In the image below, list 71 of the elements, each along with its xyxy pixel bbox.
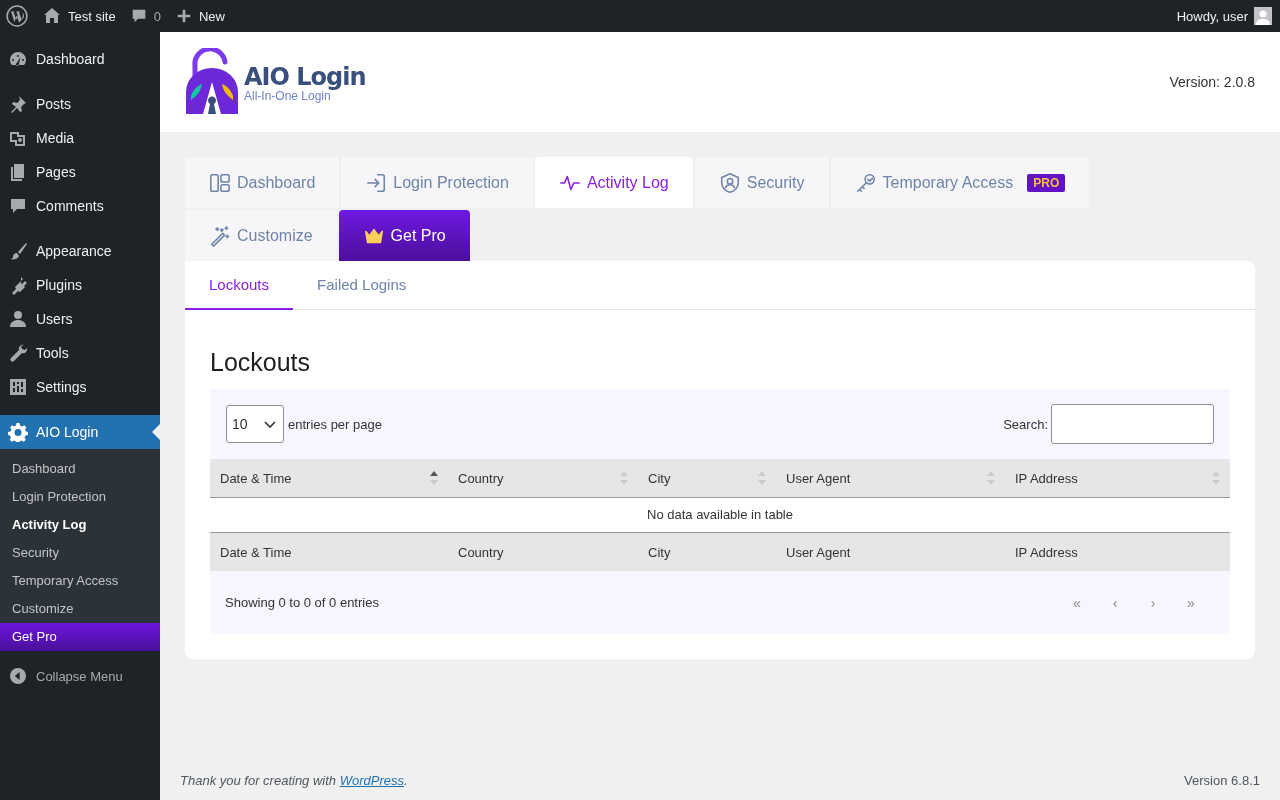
section-title: Lockouts <box>210 348 312 377</box>
padlock-logo-icon <box>185 48 239 116</box>
menu-item[interactable]: Comments <box>0 189 160 223</box>
plugin-tab[interactable]: Dashboard <box>185 157 340 208</box>
wrench-icon <box>8 343 28 363</box>
submenu-item[interactable]: Security <box>0 539 160 567</box>
shield-icon <box>718 171 741 194</box>
logo-title: AIO Login <box>244 62 366 92</box>
column-footer: IP Address <box>1005 533 1230 571</box>
dashboard-icon <box>8 49 28 69</box>
search-label: Search: <box>1003 416 1048 432</box>
submenu-item[interactable]: Temporary Access <box>0 567 160 595</box>
key-icon <box>854 171 877 194</box>
plugin-tab[interactable]: Temporary Access PRO <box>830 157 1090 208</box>
submenu-item[interactable]: Login Protection <box>0 483 160 511</box>
magic-wand-icon <box>209 224 231 247</box>
plugin-tab[interactable]: Login Protection <box>341 157 533 208</box>
log-tab[interactable]: Failed Logins <box>293 261 431 310</box>
logo-subtitle: All-In-One Login <box>244 90 331 102</box>
collapse-menu-button[interactable]: Collapse Menu <box>0 659 160 693</box>
empty-table-message: No data available in table <box>210 498 1230 533</box>
menu-item[interactable]: Appearance <box>0 234 160 268</box>
column-footer: Date & Time <box>210 533 448 571</box>
column-header[interactable]: IP Address <box>1005 459 1230 497</box>
new-content-link[interactable]: New <box>198 8 225 24</box>
column-header[interactable]: Country <box>448 459 638 497</box>
search-field[interactable] <box>1051 404 1214 444</box>
menu-item[interactable]: Plugins <box>0 268 160 302</box>
sliders-icon <box>8 377 28 397</box>
gear-icon <box>8 422 28 442</box>
layout-icon <box>209 171 231 194</box>
plugin-tab[interactable]: Activity Log <box>534 157 693 208</box>
menu-item[interactable]: Settings <box>0 370 160 404</box>
menu-item[interactable]: Posts <box>0 87 160 121</box>
submenu-item[interactable]: Dashboard <box>0 455 160 483</box>
plugin-tab[interactable]: Security <box>694 157 829 208</box>
wordpress-logo-icon <box>6 5 28 27</box>
column-footer: User Agent <box>776 533 1005 571</box>
plugin-tab[interactable]: Get Pro <box>338 210 470 261</box>
user-icon <box>8 309 28 329</box>
column-footer: Country <box>448 533 638 571</box>
menu-item[interactable]: Pages <box>0 155 160 189</box>
plugin-version: Version: 2.0.8 <box>1169 74 1255 90</box>
greeting-link[interactable]: Howdy, user <box>1176 8 1248 24</box>
home-icon <box>42 6 62 26</box>
column-header[interactable]: User Agent <box>776 459 1005 497</box>
menu-item[interactable]: Dashboard <box>0 42 160 76</box>
column-footer: City <box>638 533 776 571</box>
page-length-label: entries per page <box>288 416 382 432</box>
column-header[interactable]: Date & Time <box>210 459 448 497</box>
comment-count[interactable]: 0 <box>153 8 161 24</box>
submenu-item[interactable]: Activity Log <box>0 511 160 539</box>
collapse-icon <box>10 668 26 684</box>
menu-item[interactable]: Users <box>0 302 160 336</box>
login-arrow-icon <box>365 171 388 194</box>
wordpress-version: Version 6.8.1 <box>1184 773 1260 788</box>
plugin-tab[interactable]: Customize <box>185 210 337 261</box>
submenu-item[interactable]: Get Pro <box>0 623 160 651</box>
pro-badge: PRO <box>1027 173 1066 192</box>
menu-item[interactable]: Tools <box>0 336 160 370</box>
comment-icon <box>8 196 28 216</box>
menu-item[interactable]: Media <box>0 121 160 155</box>
footer-link[interactable]: WordPress <box>339 773 404 788</box>
site-name-link[interactable]: Test site <box>68 8 116 24</box>
footer-thanks: Thank you for creating with WordPress. <box>180 773 408 788</box>
table-info: Showing 0 to 0 of 0 entries <box>225 595 379 610</box>
page-length-select[interactable]: 10 <box>226 405 284 443</box>
submenu-item[interactable]: Customize <box>0 595 160 623</box>
column-header[interactable]: City <box>638 459 776 497</box>
menu-item[interactable]: AIO Login <box>0 415 160 449</box>
log-tab[interactable]: Lockouts <box>185 261 294 310</box>
